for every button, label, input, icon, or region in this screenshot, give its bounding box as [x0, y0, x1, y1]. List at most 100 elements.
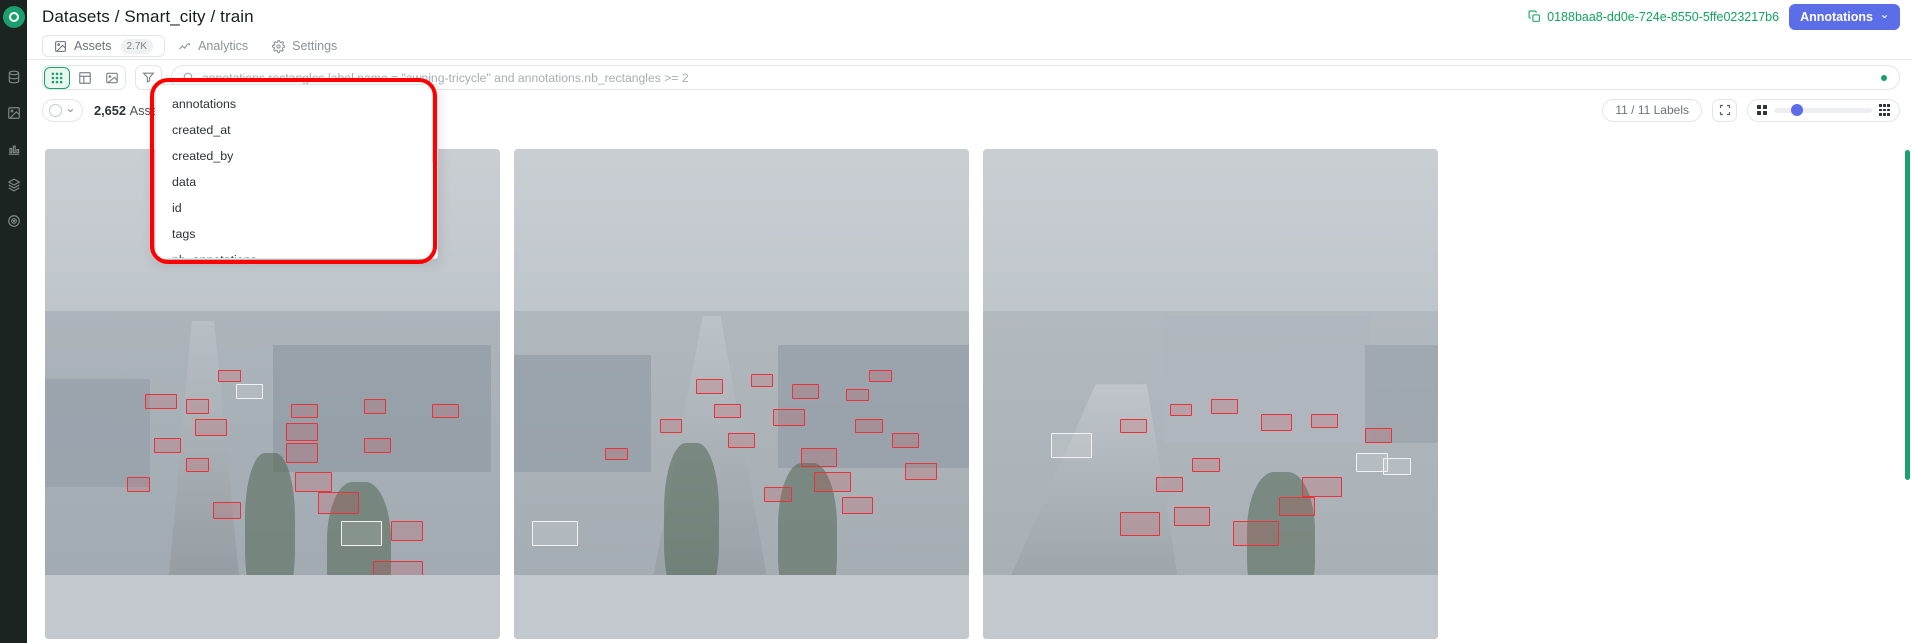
detection-box[interactable] [1051, 433, 1093, 458]
detection-box[interactable] [290, 403, 318, 419]
detection-box[interactable] [1155, 477, 1184, 492]
page-scrollbar[interactable] [1905, 150, 1910, 480]
select-all-control[interactable] [42, 98, 83, 122]
detection-box[interactable] [295, 472, 332, 492]
asset-card-3[interactable] [983, 149, 1438, 639]
left-rail [0, 0, 27, 643]
app-root: Datasets / Smart_city / train 0188baa8-d… [0, 0, 1912, 643]
autocomplete-item-created-by[interactable]: created_by [156, 143, 437, 169]
detection-box[interactable] [1192, 457, 1220, 473]
detection-box[interactable] [1169, 403, 1193, 417]
detection-box[interactable] [145, 394, 177, 409]
detection-box[interactable] [727, 433, 756, 448]
image-stack-icon[interactable] [5, 104, 23, 122]
detection-box[interactable] [186, 457, 209, 473]
detection-box[interactable] [1119, 418, 1147, 434]
grid-2x2-icon[interactable] [1757, 105, 1767, 115]
detection-box[interactable] [286, 443, 318, 463]
table-view-button[interactable] [71, 66, 98, 89]
detection-box[interactable] [696, 379, 724, 394]
detection-box[interactable] [868, 369, 892, 382]
autocomplete-item-created-at[interactable]: created_at [156, 117, 437, 143]
tab-analytics[interactable]: Analytics [167, 35, 259, 57]
detection-box[interactable] [1301, 477, 1343, 497]
tab-settings[interactable]: Settings [261, 35, 348, 57]
detection-box[interactable] [363, 438, 391, 453]
detection-box[interactable] [390, 521, 423, 541]
detection-box[interactable] [905, 462, 938, 480]
detection-box[interactable] [363, 398, 387, 414]
detection-box[interactable] [659, 418, 683, 434]
top-header: Datasets / Smart_city / train 0188baa8-d… [27, 0, 1912, 33]
detection-box[interactable] [841, 496, 874, 515]
detection-box[interactable] [891, 433, 919, 448]
thumbnail-size-slider[interactable] [1773, 104, 1872, 116]
detection-box[interactable] [750, 374, 774, 387]
detection-box[interactable] [800, 447, 838, 468]
annotations-button-label: Annotations [1800, 9, 1873, 24]
chevron-down-icon[interactable] [66, 106, 75, 115]
breadcrumb[interactable]: Datasets / Smart_city / train [42, 7, 254, 27]
slider-knob[interactable] [1791, 104, 1804, 116]
grid-dots-icon [50, 71, 64, 85]
fullscreen-button[interactable] [1712, 98, 1737, 122]
copy-icon[interactable] [1528, 10, 1541, 23]
detection-box[interactable] [773, 408, 806, 426]
layers-icon[interactable] [5, 176, 23, 194]
annotations-button[interactable]: Annotations [1789, 3, 1900, 30]
autocomplete-item-id[interactable]: id [156, 195, 437, 221]
detection-box[interactable] [286, 423, 318, 441]
grid-view-button[interactable] [44, 66, 70, 89]
dropdown-scrollbar[interactable] [432, 91, 435, 163]
detection-box[interactable] [195, 418, 227, 436]
database-icon[interactable] [5, 68, 23, 86]
detection-box[interactable] [213, 501, 241, 519]
detection-box[interactable] [1174, 506, 1211, 527]
detection-box[interactable] [1365, 428, 1393, 443]
detection-box[interactable] [217, 369, 241, 382]
detection-box[interactable] [855, 418, 883, 434]
target-icon[interactable] [5, 212, 23, 230]
grid-3x3-icon[interactable] [1878, 104, 1890, 116]
detection-box[interactable] [186, 398, 209, 414]
detection-box[interactable] [431, 403, 460, 419]
autocomplete-item-nb-annotations[interactable]: nb_annotations [156, 247, 437, 258]
view-controls: 11 / 11 Labels [1602, 98, 1900, 122]
detection-box[interactable] [1119, 511, 1161, 537]
detection-box[interactable] [605, 447, 628, 461]
image-view-button[interactable] [98, 66, 125, 89]
detection-box[interactable] [1278, 496, 1316, 517]
detection-box[interactable] [1310, 413, 1338, 429]
tab-assets[interactable]: Assets 2.7K [42, 35, 166, 57]
detection-box[interactable] [791, 384, 819, 399]
autocomplete-item-data[interactable]: data [156, 169, 437, 195]
dataset-id[interactable]: 0188baa8-dd0e-724e-8550-5ffe023217b6 [1528, 10, 1779, 24]
detection-box[interactable] [846, 389, 869, 402]
table-icon [78, 71, 92, 85]
analytics-icon [178, 40, 191, 53]
thumbnail-size-slider-group [1747, 98, 1900, 122]
asset-card-2[interactable] [514, 149, 969, 639]
app-logo-icon[interactable] [2, 6, 25, 28]
select-all-checkbox[interactable] [49, 103, 62, 117]
autocomplete-item-annotations[interactable]: annotations [156, 91, 437, 117]
detection-box[interactable] [236, 384, 264, 399]
detection-box[interactable] [126, 477, 150, 492]
asset-footer [45, 575, 500, 639]
dataset-id-text: 0188baa8-dd0e-724e-8550-5ffe023217b6 [1547, 9, 1780, 24]
detection-box[interactable] [340, 521, 382, 546]
autocomplete-item-tags[interactable]: tags [156, 221, 437, 247]
detection-box[interactable] [714, 403, 742, 419]
labels-filter-pill[interactable]: 11 / 11 Labels [1602, 98, 1702, 122]
detection-box[interactable] [154, 438, 182, 453]
detection-box[interactable] [814, 472, 851, 492]
detection-box[interactable] [318, 492, 359, 515]
detection-box[interactable] [1210, 398, 1238, 414]
detection-box[interactable] [1383, 457, 1411, 475]
detection-box[interactable] [1233, 521, 1279, 546]
detection-box[interactable] [1260, 413, 1293, 431]
detection-box[interactable] [764, 487, 792, 502]
detection-box[interactable] [532, 521, 578, 546]
search-autocomplete-dropdown[interactable]: annotations created_at created_by data i… [155, 84, 438, 259]
chart-bar-icon[interactable] [5, 140, 23, 158]
